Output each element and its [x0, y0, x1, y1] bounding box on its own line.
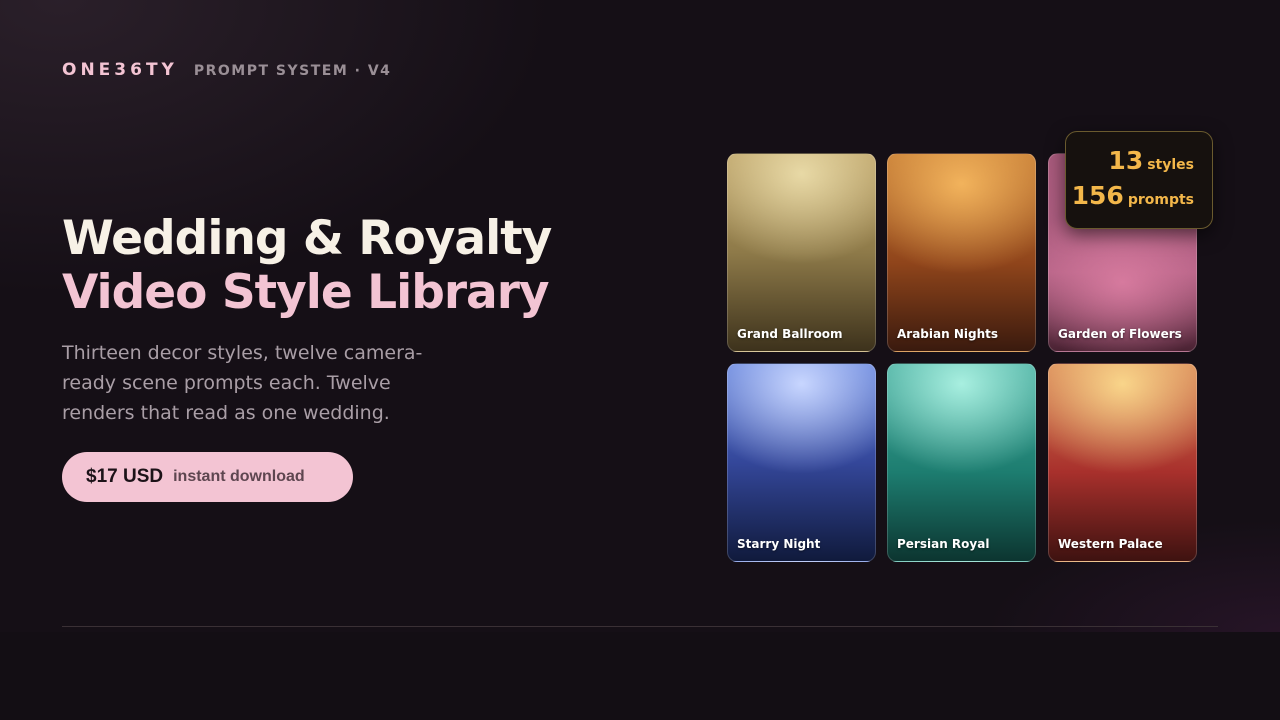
style-card-label: Grand Ballroom — [737, 327, 843, 341]
style-card-label: Persian Royal — [897, 537, 990, 551]
price-label: $17 USD — [86, 466, 164, 487]
style-card-label: Arabian Nights — [897, 327, 998, 341]
stats-badge: 13 styles 156 prompts — [1065, 131, 1213, 229]
style-card-starry-night[interactable]: Starry Night — [727, 363, 876, 562]
title-main: Wedding & Royalty — [62, 211, 552, 266]
prompts-count: 156 — [1071, 181, 1124, 210]
brand-subtitle: PROMPT SYSTEM · V4 — [193, 63, 392, 79]
style-card-label: Western Palace — [1058, 537, 1163, 551]
style-card-label: Starry Night — [737, 537, 821, 551]
style-card-arabian-nights[interactable]: Arabian Nights — [887, 153, 1036, 352]
footer-divider — [62, 626, 1218, 627]
download-note: instant download — [173, 468, 305, 485]
styles-stat: 13 styles — [1066, 146, 1194, 181]
prompts-label: prompts — [1127, 192, 1194, 208]
styles-label: styles — [1147, 157, 1194, 173]
styles-count: 13 — [1108, 146, 1144, 175]
title-accent: Video Style Library — [62, 265, 550, 320]
hero-description: Thirteen decor styles, twelve camera-rea… — [62, 342, 423, 424]
style-card-western-palace[interactable]: Western Palace — [1048, 363, 1197, 562]
page-title: Wedding & Royalty Video Style Library — [62, 212, 682, 320]
brand-logo-text: ONE36TY — [62, 60, 178, 80]
brand-header: ONE36TY PROMPT SYSTEM · V4 — [62, 60, 391, 80]
style-card-label: Garden of Flowers — [1058, 327, 1182, 341]
style-card-grand-ballroom[interactable]: Grand Ballroom — [727, 153, 876, 352]
style-card-persian-royal[interactable]: Persian Royal — [887, 363, 1036, 562]
prompts-stat: 156 prompts — [1066, 181, 1194, 216]
buy-button[interactable]: $17 USD instant download — [62, 452, 353, 502]
